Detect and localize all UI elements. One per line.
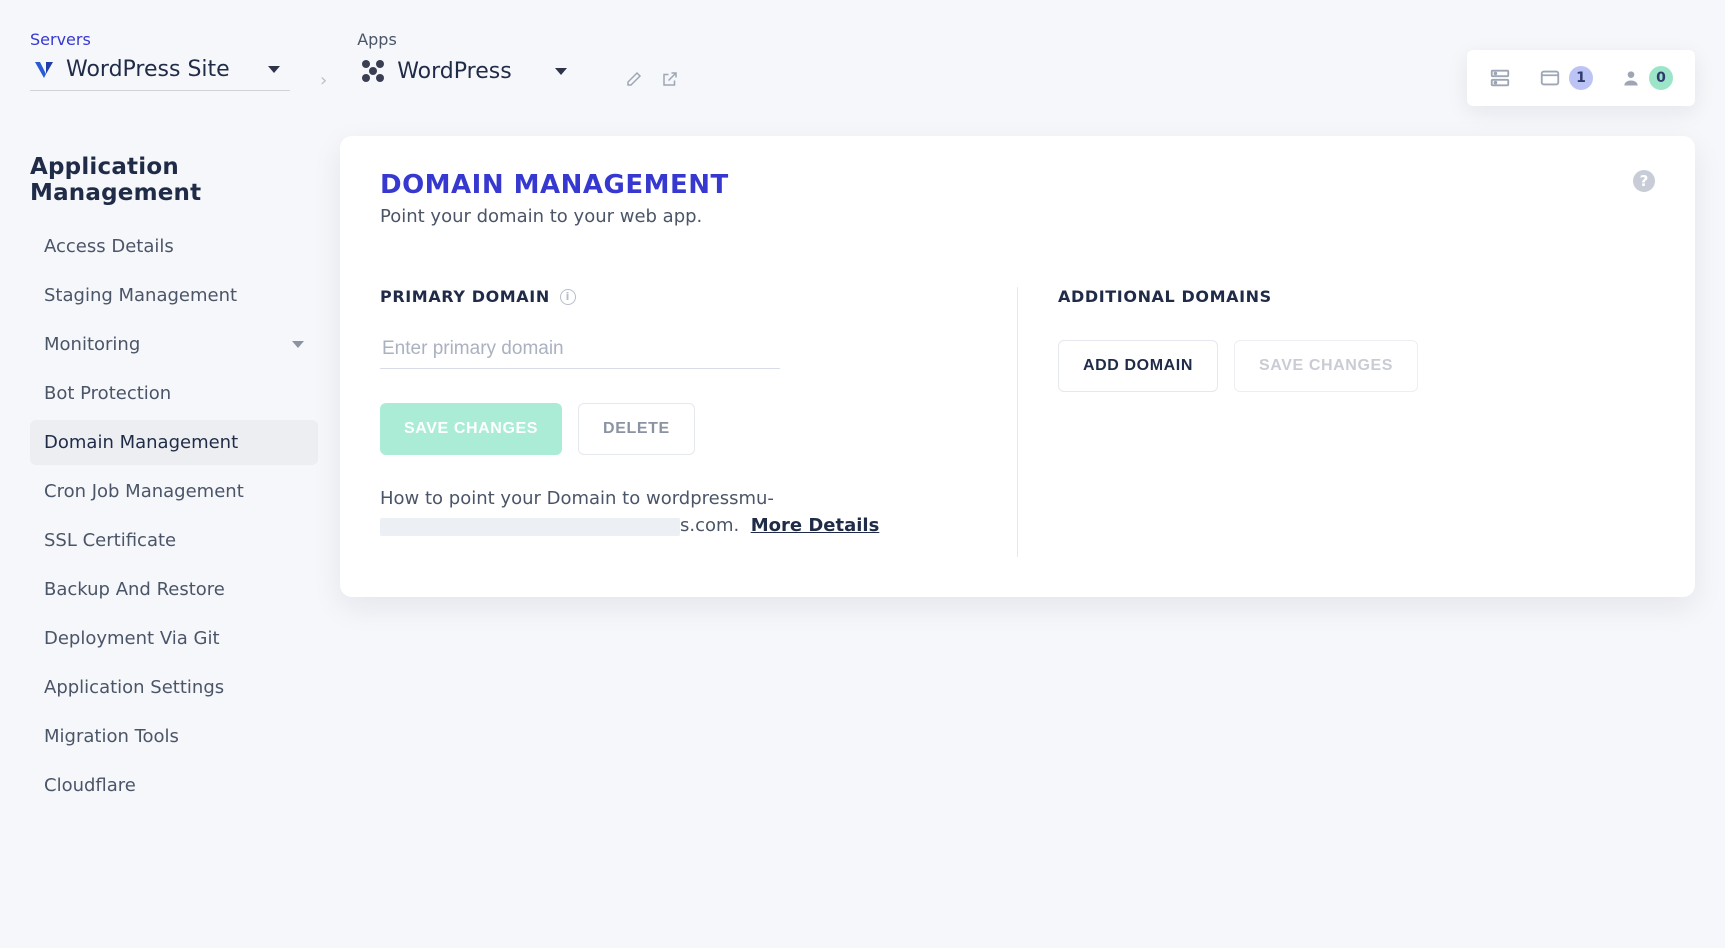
sidebar-item-label: Cloudflare <box>44 775 136 796</box>
sidebar-item-deployment-via-git[interactable]: Deployment Via Git <box>30 616 318 661</box>
chevron-down-icon <box>292 341 304 348</box>
sidebar-item-cron-job-management[interactable]: Cron Job Management <box>30 469 318 514</box>
open-external-icon[interactable] <box>661 70 679 88</box>
sidebar-item-migration-tools[interactable]: Migration Tools <box>30 714 318 759</box>
redacted-segment <box>380 518 680 536</box>
additional-buttons: ADD DOMAIN SAVE CHANGES <box>1058 340 1655 392</box>
sidebar-item-label: SSL Certificate <box>44 530 176 551</box>
sidebar-list: Access Details Staging Management Monito… <box>30 224 318 808</box>
sidebar-item-staging-management[interactable]: Staging Management <box>30 273 318 318</box>
dns-help-text: How to point your Domain to wordpressmu-… <box>380 485 920 539</box>
primary-domain-column: PRIMARY DOMAIN i SAVE CHANGES DELETE How… <box>380 287 977 557</box>
sidebar: Application Management Access Details St… <box>30 136 318 808</box>
chevron-right-icon: › <box>320 30 327 91</box>
users-badge: 0 <box>1649 66 1673 90</box>
panel-title: DOMAIN MANAGEMENT <box>380 170 729 200</box>
help-text-pre: How to point your Domain to wordpressmu- <box>380 488 774 509</box>
save-additional-button[interactable]: SAVE CHANGES <box>1234 340 1418 392</box>
status-widget: 1 0 <box>1467 50 1695 106</box>
sidebar-item-label: Application Settings <box>44 677 224 698</box>
server-icon <box>1489 67 1511 89</box>
server-provider-icon <box>32 58 56 82</box>
panel-columns: PRIMARY DOMAIN i SAVE CHANGES DELETE How… <box>380 287 1655 557</box>
primary-buttons: SAVE CHANGES DELETE <box>380 403 977 455</box>
column-divider <box>1017 287 1018 557</box>
sidebar-item-label: Monitoring <box>44 334 140 355</box>
layout: Application Management Access Details St… <box>0 106 1725 838</box>
app-crumb: Apps WordPress <box>357 30 577 93</box>
app-selector[interactable]: WordPress <box>357 55 577 93</box>
help-text-post: s.com. <box>680 515 739 536</box>
sidebar-item-label: Domain Management <box>44 432 238 453</box>
caret-down-icon <box>555 68 567 75</box>
server-crumb: Servers WordPress Site <box>30 30 290 91</box>
server-name: WordPress Site <box>66 57 230 82</box>
primary-domain-heading: PRIMARY DOMAIN i <box>380 287 977 306</box>
sidebar-item-label: Bot Protection <box>44 383 171 404</box>
sidebar-item-label: Deployment Via Git <box>44 628 220 649</box>
pages-badge: 1 <box>1569 66 1593 90</box>
browser-icon <box>1539 67 1561 89</box>
sidebar-title: Application Management <box>30 154 318 206</box>
sidebar-item-domain-management[interactable]: Domain Management <box>30 420 318 465</box>
primary-domain-input[interactable] <box>380 330 780 369</box>
more-details-link[interactable]: More Details <box>751 515 880 536</box>
app-actions <box>625 70 679 88</box>
sidebar-item-access-details[interactable]: Access Details <box>30 224 318 269</box>
additional-domains-heading: ADDITIONAL DOMAINS <box>1058 287 1655 306</box>
caret-down-icon <box>268 66 280 73</box>
sidebar-item-ssl-certificate[interactable]: SSL Certificate <box>30 518 318 563</box>
app-name: WordPress <box>397 59 511 84</box>
sidebar-item-label: Backup And Restore <box>44 579 225 600</box>
save-changes-button[interactable]: SAVE CHANGES <box>380 403 562 455</box>
panel-domain-management: DOMAIN MANAGEMENT Point your domain to y… <box>340 136 1695 597</box>
sidebar-item-backup-and-restore[interactable]: Backup And Restore <box>30 567 318 612</box>
section-label: PRIMARY DOMAIN <box>380 287 550 306</box>
help-icon[interactable]: ? <box>1633 170 1655 192</box>
sidebar-item-monitoring[interactable]: Monitoring <box>30 322 318 367</box>
server-selector[interactable]: WordPress Site <box>30 55 290 91</box>
info-icon[interactable]: i <box>560 289 576 305</box>
topbar: Servers WordPress Site › Apps WordPress <box>0 0 1725 106</box>
sidebar-item-label: Cron Job Management <box>44 481 244 502</box>
sidebar-item-label: Migration Tools <box>44 726 179 747</box>
widget-users[interactable]: 0 <box>1621 66 1673 90</box>
sidebar-item-label: Staging Management <box>44 285 237 306</box>
apps-label: Apps <box>357 30 577 49</box>
widget-servers[interactable] <box>1489 67 1511 89</box>
delete-button[interactable]: DELETE <box>578 403 695 455</box>
user-icon <box>1621 68 1641 88</box>
wordpress-icon <box>359 57 387 85</box>
sidebar-item-application-settings[interactable]: Application Settings <box>30 665 318 710</box>
add-domain-button[interactable]: ADD DOMAIN <box>1058 340 1218 392</box>
section-label: ADDITIONAL DOMAINS <box>1058 287 1272 306</box>
servers-label: Servers <box>30 30 290 49</box>
edit-icon[interactable] <box>625 70 643 88</box>
panel-subtitle: Point your domain to your web app. <box>380 206 729 227</box>
sidebar-item-bot-protection[interactable]: Bot Protection <box>30 371 318 416</box>
additional-domains-column: ADDITIONAL DOMAINS ADD DOMAIN SAVE CHANG… <box>1058 287 1655 557</box>
panel-header: DOMAIN MANAGEMENT Point your domain to y… <box>380 170 1655 227</box>
sidebar-item-cloudflare[interactable]: Cloudflare <box>30 763 318 808</box>
widget-pages[interactable]: 1 <box>1539 66 1593 90</box>
sidebar-item-label: Access Details <box>44 236 174 257</box>
